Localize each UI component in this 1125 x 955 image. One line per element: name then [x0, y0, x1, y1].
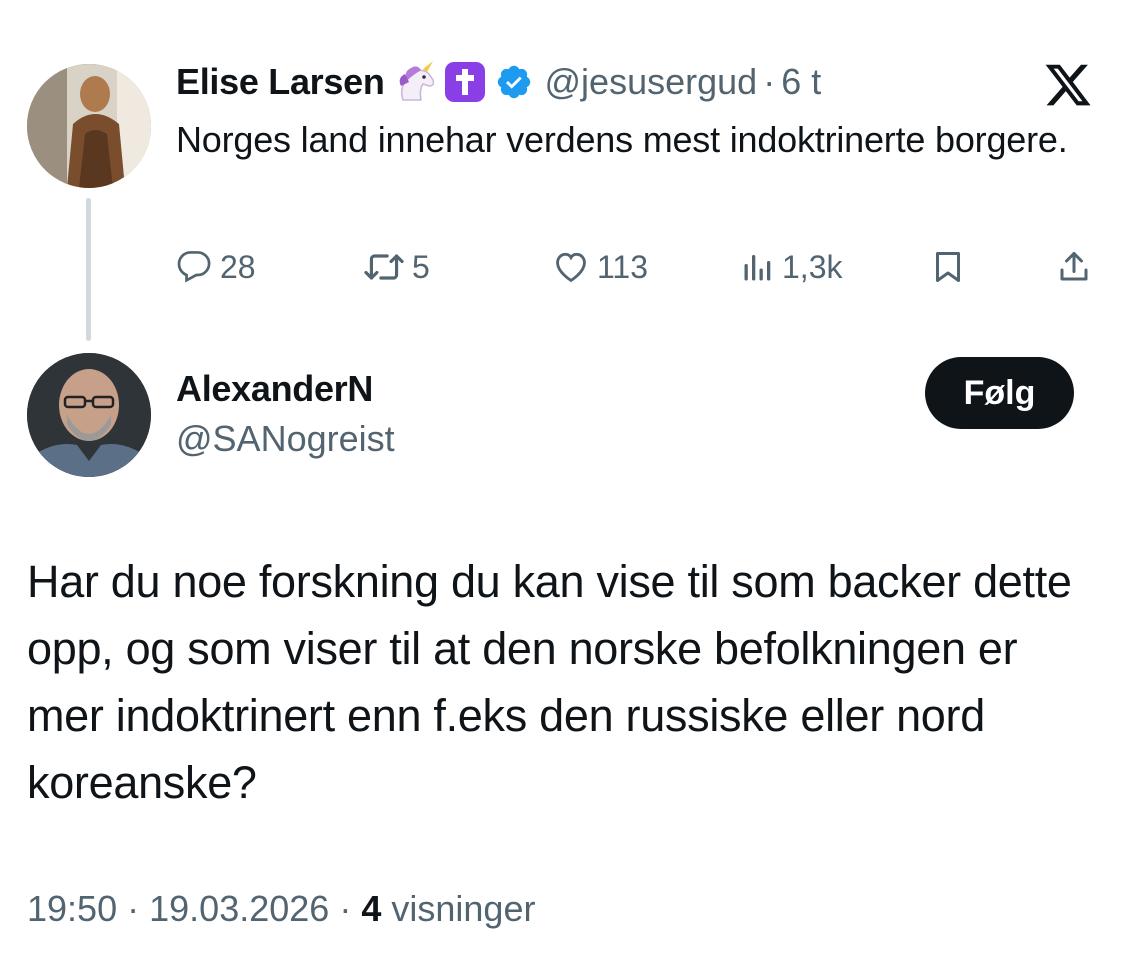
reply-icon [177, 251, 211, 283]
parent-author-name[interactable]: Elise Larsen [176, 61, 385, 103]
follow-button[interactable]: Følg [925, 357, 1074, 429]
like-icon [556, 252, 586, 283]
reply-tweet-time[interactable]: 19:50 [27, 888, 117, 929]
reply-views-count: 4 [361, 888, 382, 929]
reply-tweet-text: Har du noe forskning du kan vise til som… [27, 556, 1072, 808]
parent-author-avatar[interactable] [27, 64, 151, 188]
separator-dot: · [127, 888, 140, 929]
like-action[interactable]: 113 [551, 243, 648, 291]
reply-author-handle[interactable]: @SANogreist [176, 418, 395, 460]
reply-count: 28 [220, 248, 256, 285]
bookmark-icon [936, 252, 960, 282]
reply-tweet-date[interactable]: 19.03.2026 [149, 888, 329, 929]
parent-handle-and-time: @jesusergud · 6 t [545, 61, 822, 103]
retweet-count: 5 [412, 248, 430, 285]
share-icon [1060, 252, 1088, 281]
reply-author-avatar[interactable] [27, 353, 151, 477]
separator-dot: · [339, 888, 352, 929]
unicorn-emoji-icon [393, 60, 437, 104]
parent-tweet-text: Norges land innehar verdens mest indoktr… [176, 119, 1068, 160]
verified-badge-icon[interactable] [495, 63, 533, 101]
like-count: 113 [597, 248, 649, 285]
thread-connector-line [86, 198, 91, 341]
reply-author-name[interactable]: AlexanderN [176, 368, 373, 410]
retweet-action[interactable]: 5 [362, 243, 430, 291]
reply-action[interactable]: 28 [176, 243, 256, 291]
separator-dot: · [763, 61, 776, 102]
parent-author-handle[interactable]: @jesusergud [545, 61, 758, 102]
views-action[interactable]: 1,3k [740, 243, 842, 291]
views-icon [744, 255, 771, 281]
reply-views-label: visninger [391, 888, 536, 929]
share-action[interactable] [1056, 243, 1098, 291]
bookmark-action[interactable] [930, 243, 972, 291]
parent-tweet-time[interactable]: 6 t [781, 61, 821, 102]
latin-cross-emoji-icon [444, 62, 485, 102]
reply-tweet-meta: 19:50 · 19.03.2026 · 4 visninger [27, 888, 535, 930]
retweet-icon [364, 254, 404, 280]
parent-tweet-header: Elise Larsen @jesusergud · 6 t [176, 56, 821, 108]
x-logo-icon[interactable] [1042, 60, 1094, 110]
views-count: 1,3k [782, 248, 843, 285]
